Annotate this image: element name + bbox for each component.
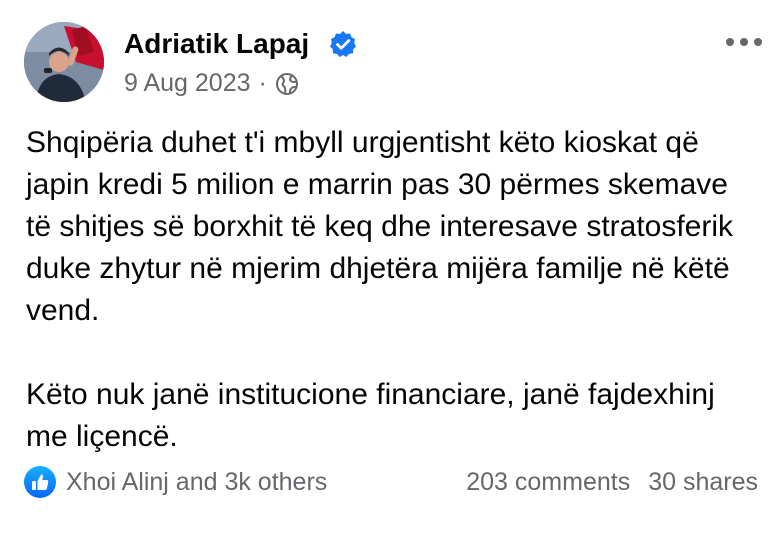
- avatar[interactable]: [24, 22, 104, 102]
- post-paragraph-2: Këto nuk janë institucione financiare, j…: [26, 378, 715, 453]
- reactions-text: Xhoi Alinj and 3k others: [66, 467, 328, 496]
- post-date[interactable]: 9 Aug 2023: [124, 69, 251, 98]
- verified-badge-icon: [330, 31, 356, 57]
- post-meta: 9 Aug 2023 ·: [124, 69, 299, 98]
- more-options-icon: [726, 38, 762, 46]
- globe-icon: [275, 72, 298, 95]
- post-paragraph-1: Shqipëria duhet t'i mbyll urgjentisht kë…: [26, 126, 734, 327]
- facebook-post: Adriatik Lapaj 9 Aug 2023 · Shqipëria du…: [0, 0, 780, 540]
- post-footer: Xhoi Alinj and 3k others 203 comments 30…: [24, 466, 760, 502]
- like-icon: [24, 466, 56, 498]
- avatar-photo: [24, 22, 104, 102]
- shares-count[interactable]: 30 shares: [648, 468, 758, 497]
- comments-count[interactable]: 203 comments: [466, 468, 630, 497]
- post-header: Adriatik Lapaj 9 Aug 2023 ·: [24, 22, 764, 106]
- author-name[interactable]: Adriatik Lapaj: [124, 28, 309, 60]
- post-text: Shqipëria duhet t'i mbyll urgjentisht kë…: [26, 122, 756, 458]
- engagement-counts: 203 comments 30 shares: [466, 468, 758, 497]
- meta-separator: ·: [258, 69, 267, 97]
- more-options-button[interactable]: [720, 22, 768, 62]
- reactions-summary[interactable]: Xhoi Alinj and 3k others: [24, 466, 327, 498]
